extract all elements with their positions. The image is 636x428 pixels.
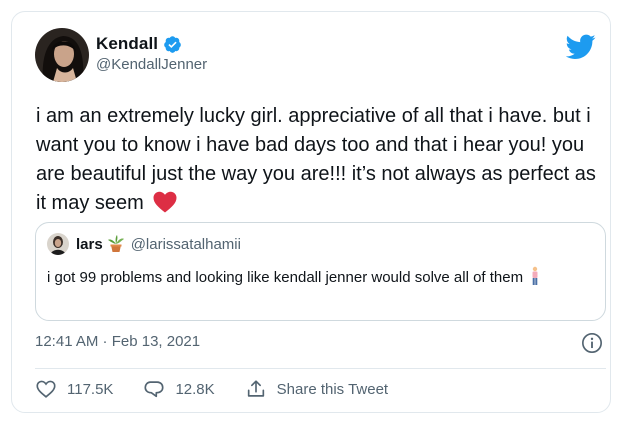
- reply-button[interactable]: 12.8K: [143, 378, 215, 400]
- info-icon[interactable]: [581, 332, 603, 354]
- quoted-handle[interactable]: @larissatalhamii: [131, 236, 241, 253]
- heart-icon: [36, 380, 56, 398]
- tweet-card[interactable]: Kendall @KendallJenner i am an extremely…: [11, 11, 611, 413]
- author-avatar[interactable]: [35, 28, 89, 82]
- quoted-name[interactable]: lars: [76, 236, 103, 253]
- author-name[interactable]: Kendall: [96, 34, 158, 54]
- reply-count: 12.8K: [175, 380, 215, 398]
- tweet-timestamp[interactable]: 12:41 AM · Feb 13, 2021: [35, 333, 200, 350]
- red-heart-emoji: [153, 191, 177, 213]
- divider: [35, 368, 606, 369]
- quoted-text: i got 99 problems and looking like kenda…: [47, 266, 595, 289]
- verified-badge-icon: [164, 35, 181, 53]
- reply-icon: [144, 381, 164, 398]
- quoted-body: i got 99 problems and looking like kenda…: [47, 269, 524, 286]
- quoted-tweet[interactable]: lars @larissatalhamii i got 99 problems …: [35, 222, 606, 321]
- share-button[interactable]: Share this Tweet: [245, 378, 388, 400]
- action-bar: 117.5K 12.8K Share this Tweet: [35, 378, 418, 400]
- share-icon: [247, 380, 264, 397]
- like-button[interactable]: 117.5K: [35, 378, 113, 400]
- quoted-avatar[interactable]: [47, 233, 69, 255]
- share-label: Share this Tweet: [276, 380, 389, 398]
- tweet-text: i am an extremely lucky girl. appreciati…: [36, 102, 604, 218]
- like-count: 117.5K: [67, 380, 114, 398]
- standing-person-emoji: [532, 266, 538, 285]
- potted-plant-emoji: [107, 235, 124, 252]
- tweet-body: i am an extremely lucky girl. appreciati…: [36, 105, 596, 214]
- twitter-bird-icon[interactable]: [566, 34, 596, 60]
- author-handle[interactable]: @KendallJenner: [96, 56, 207, 73]
